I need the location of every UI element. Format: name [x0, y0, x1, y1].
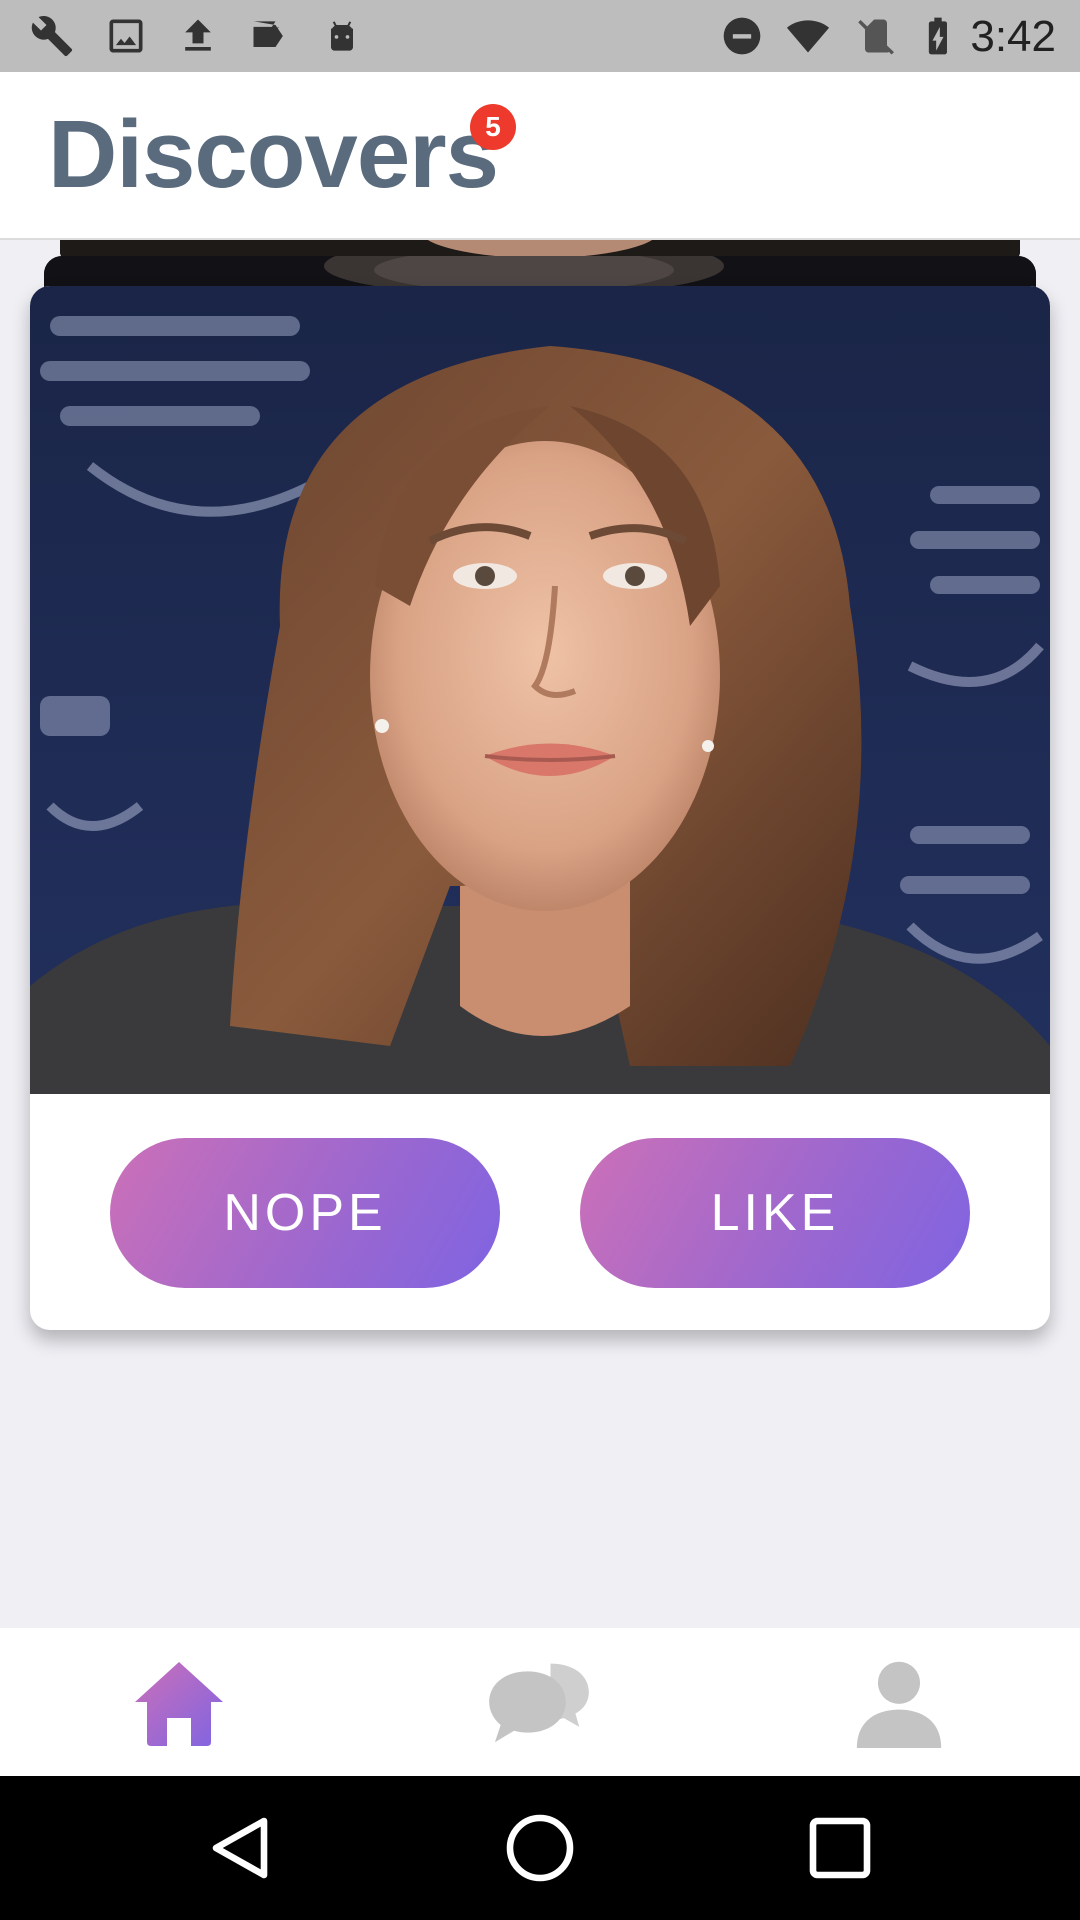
profile-icon	[856, 1661, 942, 1748]
nav-chat[interactable]	[484, 1652, 594, 1752]
upload-icon	[185, 19, 211, 51]
nope-button[interactable]: NOPE	[110, 1138, 500, 1288]
nav-profile[interactable]	[844, 1652, 954, 1752]
status-time: 3:42	[970, 12, 1056, 61]
wrench-icon	[31, 16, 73, 57]
status-bar: 3:42	[0, 0, 1080, 72]
back-icon[interactable]	[204, 1812, 276, 1884]
bottom-navigation	[0, 1628, 1080, 1776]
profile-photo	[30, 286, 1050, 1094]
nav-home[interactable]	[124, 1652, 234, 1752]
battery-charging-icon	[928, 17, 948, 55]
chat-icon	[489, 1663, 589, 1743]
wifi-icon	[786, 20, 830, 53]
no-sim-icon	[858, 19, 894, 55]
checklist-icon	[253, 21, 283, 47]
home-circle-icon[interactable]	[504, 1812, 576, 1884]
image-icon	[109, 19, 143, 53]
header: Discovers 5	[0, 72, 1080, 240]
page-title: Discovers	[48, 101, 499, 208]
notification-badge: 5	[470, 104, 516, 150]
system-navigation-bar	[0, 1776, 1080, 1920]
android-icon	[331, 21, 353, 51]
like-button[interactable]: LIKE	[580, 1138, 970, 1288]
dnd-icon	[723, 17, 761, 55]
recents-icon[interactable]	[804, 1812, 876, 1884]
home-icon	[135, 1662, 223, 1746]
profile-card[interactable]: NOPE LIKE	[30, 286, 1050, 1330]
